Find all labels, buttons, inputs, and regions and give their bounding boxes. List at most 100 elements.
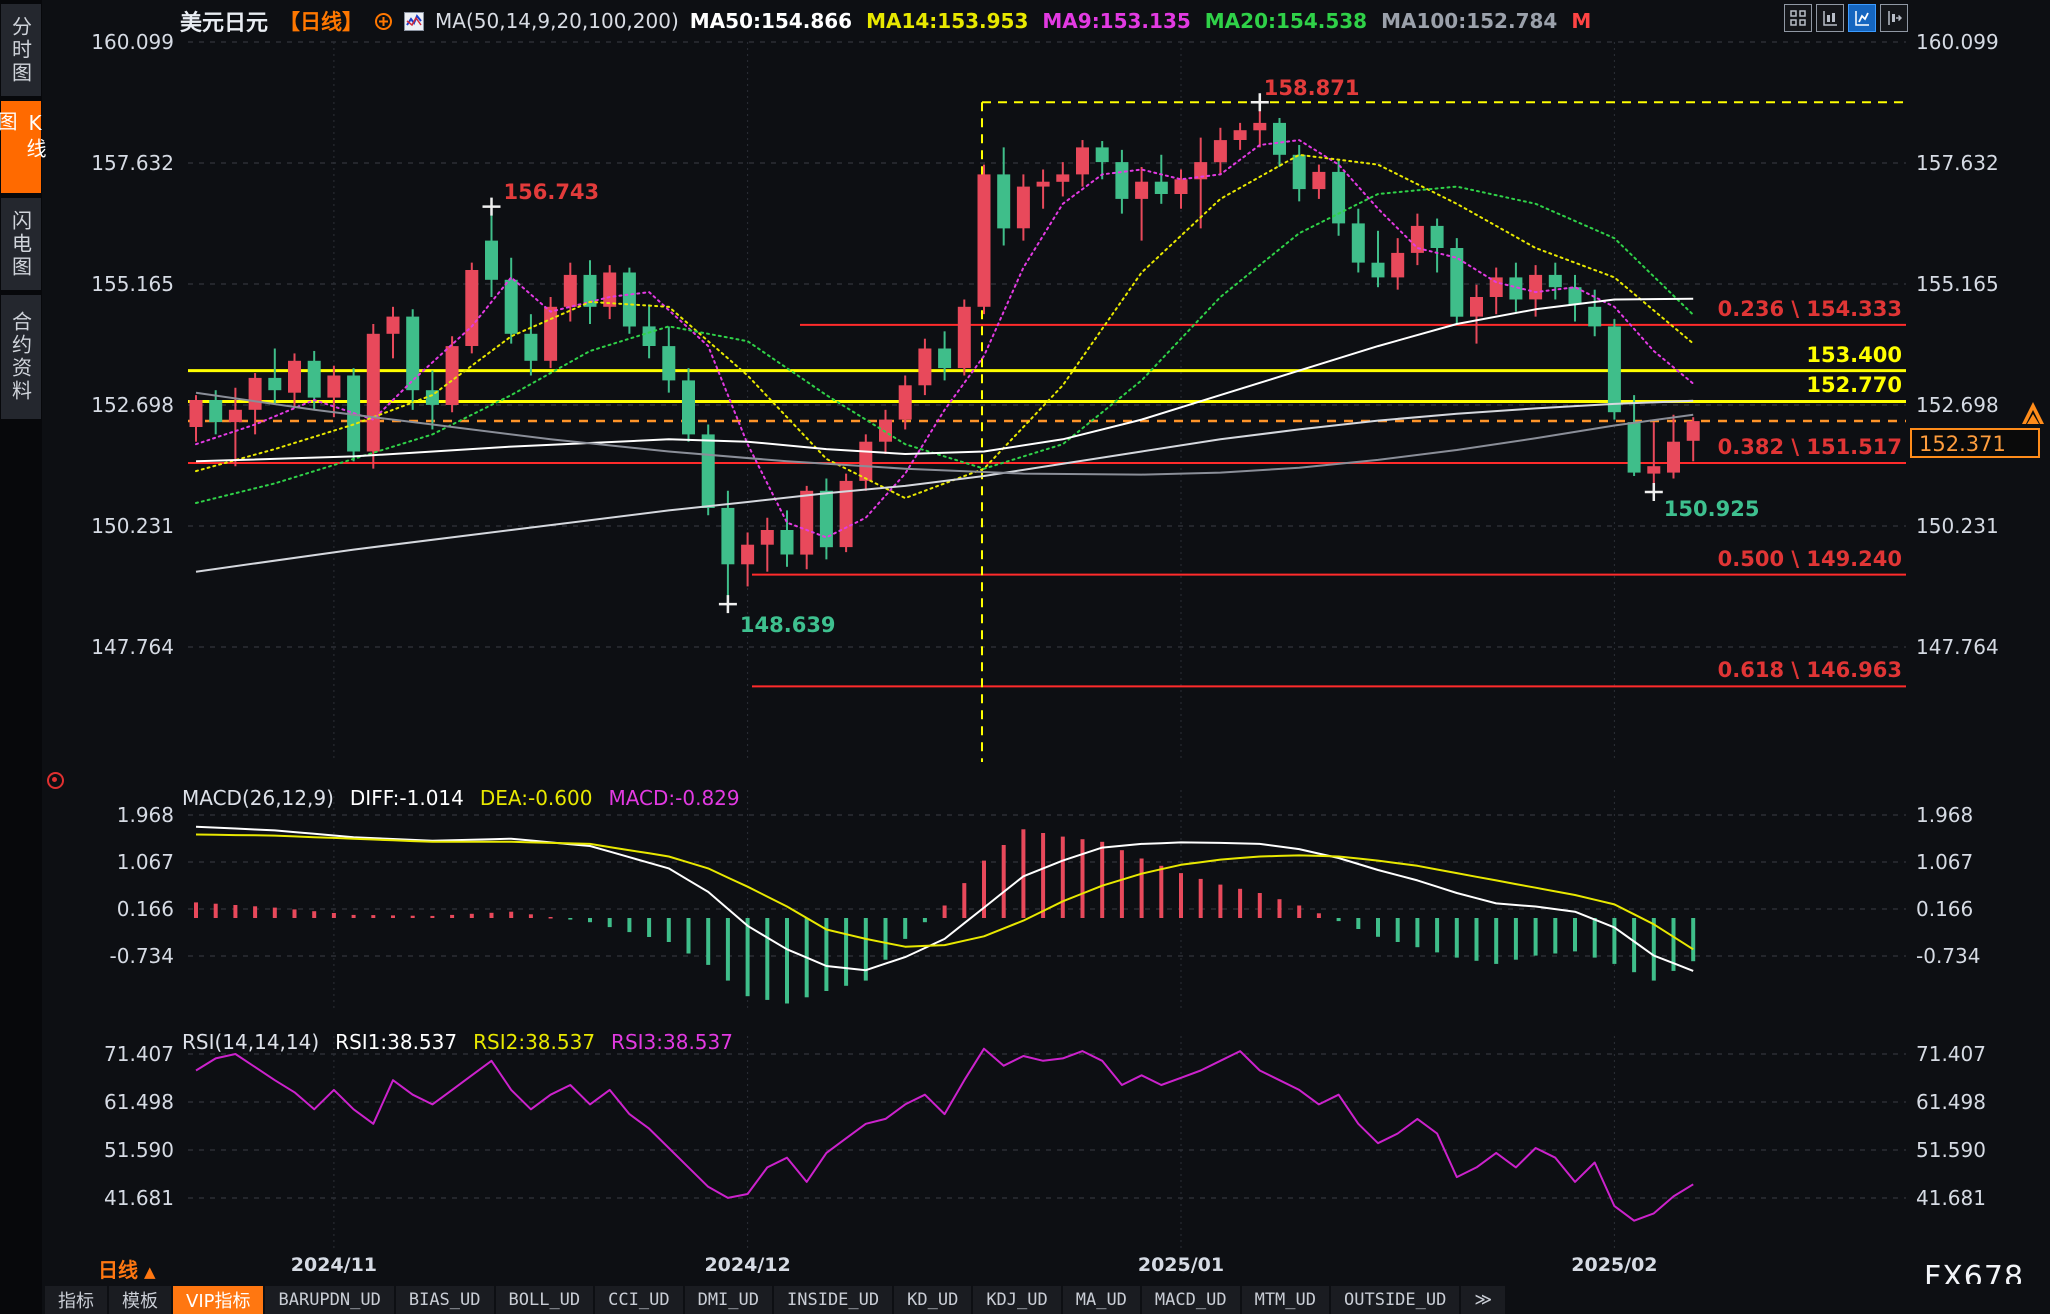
candle-body	[702, 434, 715, 508]
macd-bar	[962, 883, 966, 918]
macd-axis-label-right: 0.166	[1916, 898, 1973, 920]
macd-bar	[1317, 913, 1321, 918]
indicator-tab--[interactable]: 模板	[109, 1286, 171, 1314]
price-axis-label-left: 157.632	[44, 152, 174, 174]
macd-axis-label-right: 1.067	[1916, 851, 1973, 873]
swing-label: 150.925	[1664, 497, 1760, 521]
indicator-tab-dmi-ud[interactable]: DMI_UD	[685, 1286, 772, 1314]
candle-body	[1312, 172, 1325, 189]
chart-axis-icon[interactable]	[1816, 4, 1844, 32]
sidebar-item-1[interactable]: 分时图	[1, 4, 41, 96]
indicator-tab-macd-ud[interactable]: MACD_UD	[1142, 1286, 1240, 1314]
candle-body	[1647, 466, 1660, 473]
date-axis-label: 2025/02	[1559, 1254, 1669, 1276]
candle-body	[1529, 275, 1542, 300]
indicator-tab-kdj-ud[interactable]: KDJ_UD	[973, 1286, 1060, 1314]
indicator-tab--[interactable]: 指标	[45, 1286, 107, 1314]
mini-chart-icon[interactable]	[404, 12, 424, 31]
candle-body	[978, 174, 991, 306]
indicator-tab-kd-ud[interactable]: KD_UD	[894, 1286, 971, 1314]
candle-body	[899, 385, 912, 419]
indicator-tab-cci-ud[interactable]: CCI_UD	[595, 1286, 682, 1314]
swing-label: 148.639	[740, 613, 836, 637]
macd-axis-label-left: 1.968	[44, 804, 174, 826]
swing-label: 156.743	[504, 180, 600, 204]
candle-body	[1076, 147, 1089, 174]
macd-bar	[844, 918, 848, 986]
sidebar-item-3[interactable]: 闪电图	[1, 198, 41, 290]
price-axis-label-left: 150.231	[44, 515, 174, 537]
candle-body	[308, 361, 321, 398]
candle-body	[485, 241, 498, 280]
macd-title: MACD(26,12,9)	[182, 786, 334, 810]
indicator-tab-barupdn-ud[interactable]: BARUPDN_UD	[265, 1286, 393, 1314]
macd-bar	[1573, 918, 1577, 951]
indicator-tab-vip-[interactable]: VIP指标	[173, 1286, 263, 1314]
chart-highlight-icon[interactable]	[1848, 4, 1876, 32]
candle-body	[1096, 147, 1109, 162]
macd-bar	[1218, 885, 1222, 918]
macd-bar	[430, 916, 434, 918]
macd-bar	[1120, 850, 1124, 918]
indicator-tab-boll-ud[interactable]: BOLL_UD	[496, 1286, 594, 1314]
macd-bar	[1199, 879, 1203, 918]
macd-bar	[273, 908, 277, 918]
macd-bar	[411, 916, 415, 918]
chart-canvas	[0, 0, 2050, 1314]
candle-body	[800, 491, 813, 555]
indicator-value-label: RSI2:38.537	[473, 1030, 595, 1054]
macd-bar	[1002, 845, 1006, 918]
macd-bar	[726, 918, 730, 981]
candle-body	[1115, 162, 1128, 199]
sidebar-item-2[interactable]: K线图	[1, 101, 41, 193]
chart-toolbar	[1784, 4, 1908, 32]
macd-bar	[1337, 918, 1341, 921]
swing-label: 158.871	[1264, 76, 1360, 100]
date-axis-label: 2024/11	[279, 1254, 389, 1276]
indicator-tab--[interactable]: ≫	[1461, 1286, 1505, 1314]
macd-bar	[1494, 918, 1498, 964]
indicator-tab-mtm-ud[interactable]: MTM_UD	[1242, 1286, 1329, 1314]
circle-plus-icon[interactable]	[374, 12, 393, 31]
macd-bar	[627, 918, 631, 932]
candle-body	[1608, 326, 1621, 412]
chart-shift-icon[interactable]	[1880, 4, 1908, 32]
period-label: 日线	[98, 1258, 138, 1282]
candle-body	[958, 307, 971, 368]
macd-bar	[568, 918, 572, 920]
macd-bar	[1258, 893, 1262, 918]
price-axis-label-right: 160.099	[1916, 31, 1999, 53]
chart-header: 美元日元 【日线】 MA(50,14,9,20,100,200) MA50:15…	[180, 5, 1591, 37]
macd-bar	[884, 918, 888, 960]
indicator-tab-inside-ud[interactable]: INSIDE_UD	[774, 1286, 892, 1314]
candle-body	[249, 378, 262, 410]
macd-bar	[194, 902, 198, 918]
rsi-title: RSI(14,14,14)	[182, 1030, 319, 1054]
date-axis-label: 2024/12	[693, 1254, 803, 1276]
macd-bar	[1100, 842, 1104, 918]
indicator-tab-ma-ud[interactable]: MA_UD	[1063, 1286, 1140, 1314]
candle-body	[1214, 140, 1227, 162]
candle-body	[1569, 287, 1582, 304]
period-selector[interactable]: 日线▲	[98, 1254, 156, 1283]
candle-body	[524, 334, 537, 361]
ma-line-ma100	[196, 401, 1693, 572]
layout-grid-icon[interactable]	[1784, 4, 1812, 32]
indicator-tab-bias-ud[interactable]: BIAS_UD	[396, 1286, 494, 1314]
target-icon[interactable]	[47, 772, 64, 789]
candle-body	[1687, 421, 1700, 441]
candle-body	[465, 270, 478, 346]
ma-value-label: MA100:152.784	[1381, 9, 1557, 33]
indicator-tab-outside-ud[interactable]: OUTSIDE_UD	[1331, 1286, 1459, 1314]
candle-body	[643, 326, 656, 346]
candle-body	[662, 346, 675, 380]
level-label: 152.770	[1806, 373, 1902, 397]
sidebar-item-4[interactable]: 合约资料	[1, 295, 41, 419]
candle-body	[741, 545, 754, 565]
macd-bar	[1021, 829, 1025, 918]
macd-bar	[1612, 918, 1616, 964]
candle-body	[367, 334, 380, 452]
candle-body	[820, 491, 833, 547]
macd-bar	[864, 918, 868, 981]
candle-body	[1588, 307, 1601, 327]
